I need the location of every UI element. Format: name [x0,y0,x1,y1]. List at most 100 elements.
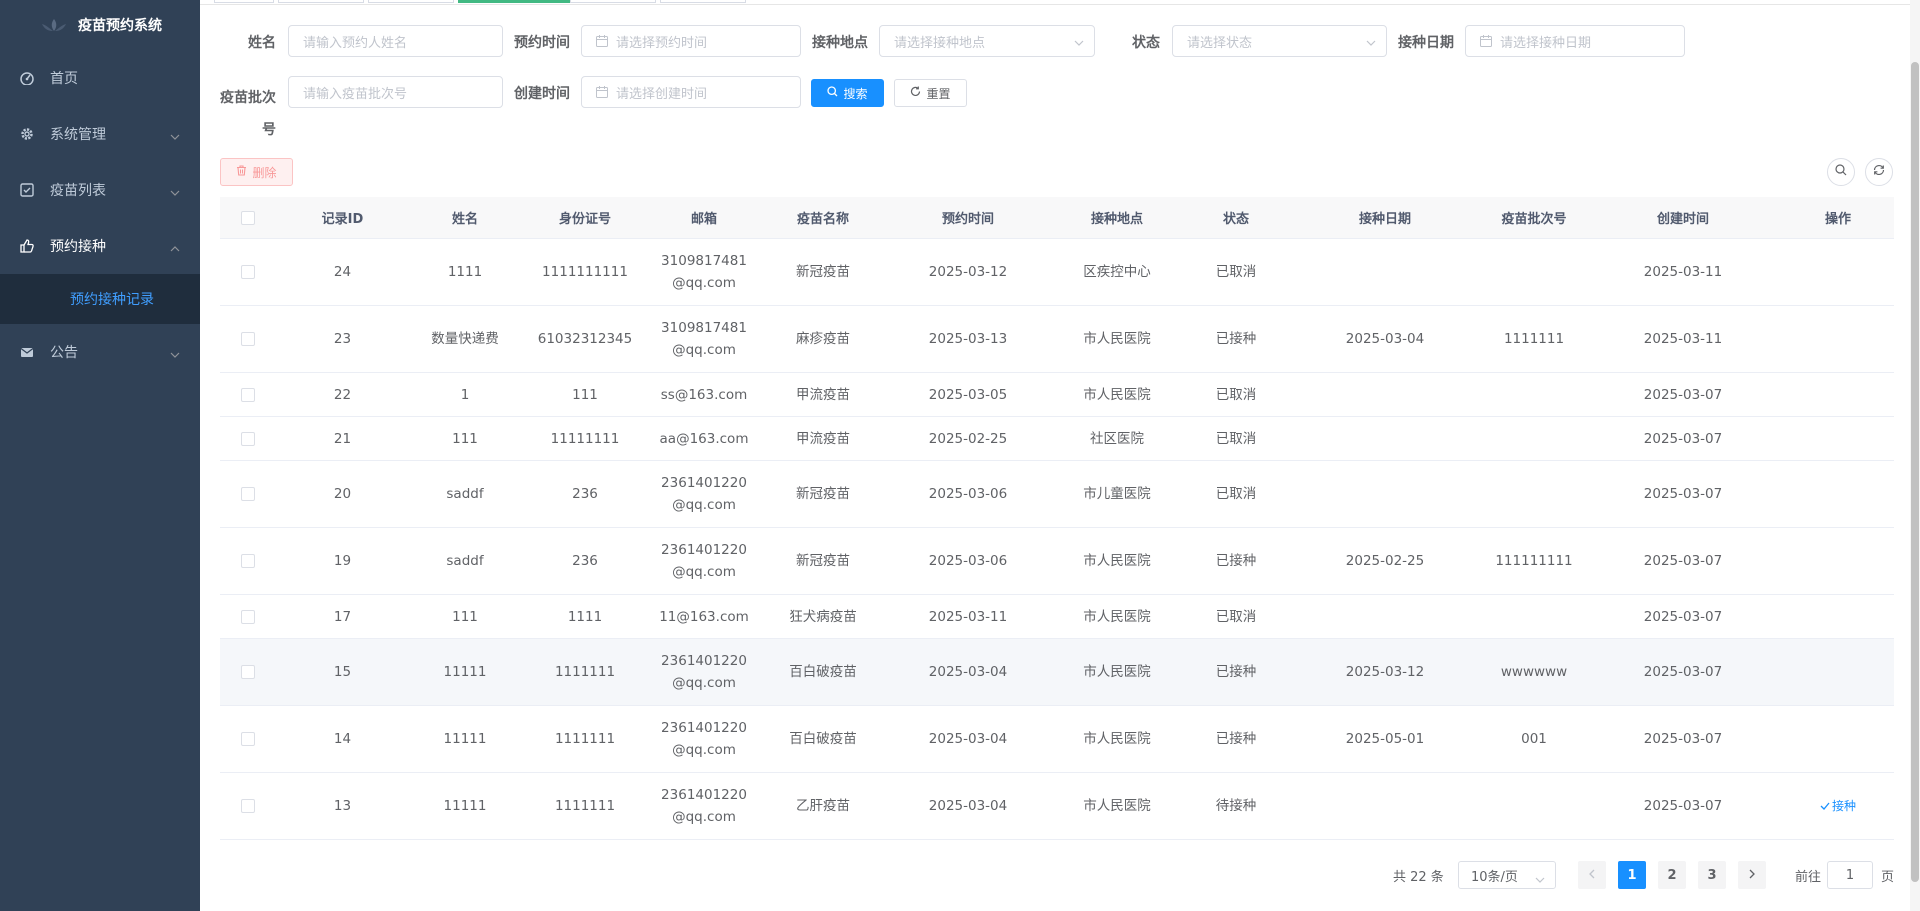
col-header[interactable]: 创建时间 [1584,197,1782,238]
row-checkbox[interactable] [240,332,255,346]
name-input[interactable]: 请输入预约人姓名 [288,25,503,57]
reset-button[interactable]: 重置 [894,79,967,107]
sidebar-item-system[interactable]: 系统管理 [0,106,200,162]
vacc-date-placeholder: 请选择接种日期 [1500,35,1592,51]
page-button-2[interactable]: 2 [1658,861,1686,889]
col-header[interactable]: 接种地点 [1048,197,1186,238]
col-header[interactable]: 操作 [1782,197,1894,238]
cell-action [1782,528,1894,594]
select-all-checkbox[interactable] [240,210,255,225]
appt-time-picker[interactable]: 请选择预约时间 [581,25,801,57]
chevron-down-icon [170,346,180,362]
status-label: 状态 [1132,35,1160,51]
table-row[interactable]: 13 11111 1111111 2361401220@qq.com 乙肝疫苗 2025-… [220,773,1894,840]
vaccinate-link[interactable]: 接种 [1820,795,1856,817]
chevron-down-icon [1535,872,1545,887]
row-checkbox[interactable] [240,387,255,402]
table-row[interactable]: 14 11111 1111111 2361401220@qq.com 百白破疫苗 2025… [220,706,1894,773]
col-header[interactable]: 身份证号 [520,197,650,238]
sidebar-item-label: 公告 [50,345,78,361]
row-checkbox[interactable] [240,554,255,568]
table-row[interactable]: 17 111 1111 11@163.com 狂犬病疫苗 2025-03-11 市人民医院已… [220,595,1894,639]
page-button-3[interactable]: 3 [1698,861,1726,889]
row-checkbox[interactable] [240,431,255,446]
sidebar-subitem-appointment-records[interactable]: 预约接种记录 [0,274,200,324]
search-button[interactable]: 搜索 [811,79,884,107]
table-row[interactable]: 22 1 111 ss@163.com 甲流疫苗 2025-03-05 市人民医院 已取消 20… [220,373,1894,417]
cell-status: 已接种 [1215,664,1257,680]
cell-name: saddf [446,486,484,502]
table-row[interactable]: 21 111 11111111 aa@163.com 甲流疫苗 2025-02-25 社区医… [220,417,1894,461]
col-header[interactable]: 接种日期 [1286,197,1484,238]
cell-idcard: 1111111 [554,664,616,680]
sidebar-item-home[interactable]: 首页 [0,50,200,106]
sidebar-item-vaccines[interactable]: 疫苗列表 [0,162,200,218]
calendar-icon [596,35,608,47]
lotus-logo-icon [38,18,70,32]
refresh-table-button[interactable] [1865,158,1893,186]
cell-idcard: 1111111 [554,731,616,747]
toggle-search-button[interactable] [1827,158,1855,186]
tag-view-tab[interactable] [278,0,364,3]
delete-button[interactable]: 删除 [220,158,293,186]
sidebar-item-notice[interactable]: 公告 [0,324,200,380]
sidebar-item-appointments[interactable]: 预约接种 [0,218,200,274]
tag-view-tab[interactable] [214,0,274,3]
cell-date [1286,461,1484,527]
cell-idcard: 1111 [567,608,603,625]
cell-vaccine: 麻疹疫苗 [796,331,850,347]
chevron-down-icon [170,128,180,144]
row-checkbox[interactable] [240,265,255,279]
row-checkbox[interactable] [240,487,255,501]
table-row[interactable]: 19 saddf 236 2361401220@qq.com 新冠疫苗 2025-03-0… [220,528,1894,595]
search-icon [1835,164,1847,180]
row-checkbox[interactable] [240,609,255,624]
row-checkbox[interactable] [240,799,255,813]
batch-input[interactable]: 请输入疫苗批次号 [288,76,503,108]
col-header[interactable]: 姓名 [410,197,520,238]
col-header[interactable]: 邮箱 [650,197,758,238]
delete-button-label: 删除 [252,165,277,180]
page-button-1[interactable]: 1 [1618,861,1646,889]
tag-view-tab[interactable] [660,0,746,3]
col-header[interactable]: 预约时间 [888,197,1048,238]
next-page-button[interactable] [1738,861,1766,889]
goto-label: 前往 [1795,870,1822,885]
created-time-picker[interactable]: 请选择创建时间 [581,76,801,108]
cell-email: 2361401220@qq.com [661,720,747,758]
page-scrollbar-thumb[interactable] [1911,62,1919,882]
cell-status: 已接种 [1215,553,1257,569]
prev-page-button[interactable] [1578,861,1606,889]
cell-created: 2025-03-07 [1643,430,1723,447]
select-all-cell [220,197,275,238]
row-checkbox[interactable] [240,665,255,679]
site-select[interactable]: 请选择接种地点 [879,25,1095,57]
col-header[interactable]: 疫苗名称 [758,197,888,238]
table-row[interactable]: 23 数量快递费 61032312345 3109817481@qq.com 麻疹疫苗 2… [220,306,1894,373]
cell-action [1782,373,1894,416]
table-row[interactable]: 20 saddf 236 2361401220@qq.com 新冠疫苗 2025-03-0… [220,461,1894,528]
tag-view-tab[interactable] [570,0,656,3]
status-select[interactable]: 请选择状态 [1172,25,1387,57]
goto-page-input[interactable]: 1 [1827,861,1873,889]
chevron-right-icon [1749,868,1755,883]
batch-label-line2: 号 [262,122,276,138]
row-checkbox[interactable] [240,732,255,746]
cell-appt: 2025-03-06 [928,553,1008,569]
cell-created: 2025-03-11 [1643,331,1723,347]
table-row[interactable]: 24 1111 1111111111 3109817481@qq.com 新冠疫苗 202… [220,239,1894,306]
tag-view-tab-active[interactable] [458,0,576,3]
col-header[interactable]: 状态 [1186,197,1286,238]
col-header[interactable]: 记录ID [275,197,410,238]
pager-total: 共 22 条 [1393,870,1444,885]
col-header[interactable]: 疫苗批次号 [1484,197,1584,238]
page-scrollbar[interactable] [1910,0,1920,911]
check-icon [1820,795,1830,817]
cell-idcard: 236 [572,486,598,502]
page-size-select[interactable]: 10条/页 [1458,861,1556,889]
cell-name: 1111 [447,264,483,280]
vacc-date-picker[interactable]: 请选择接种日期 [1465,25,1685,57]
table-row[interactable]: 15 11111 1111111 2361401220@qq.com 百白破疫苗 2025… [220,639,1894,706]
tag-view-tab[interactable] [368,0,454,3]
cell-name: 数量快递费 [431,331,499,347]
